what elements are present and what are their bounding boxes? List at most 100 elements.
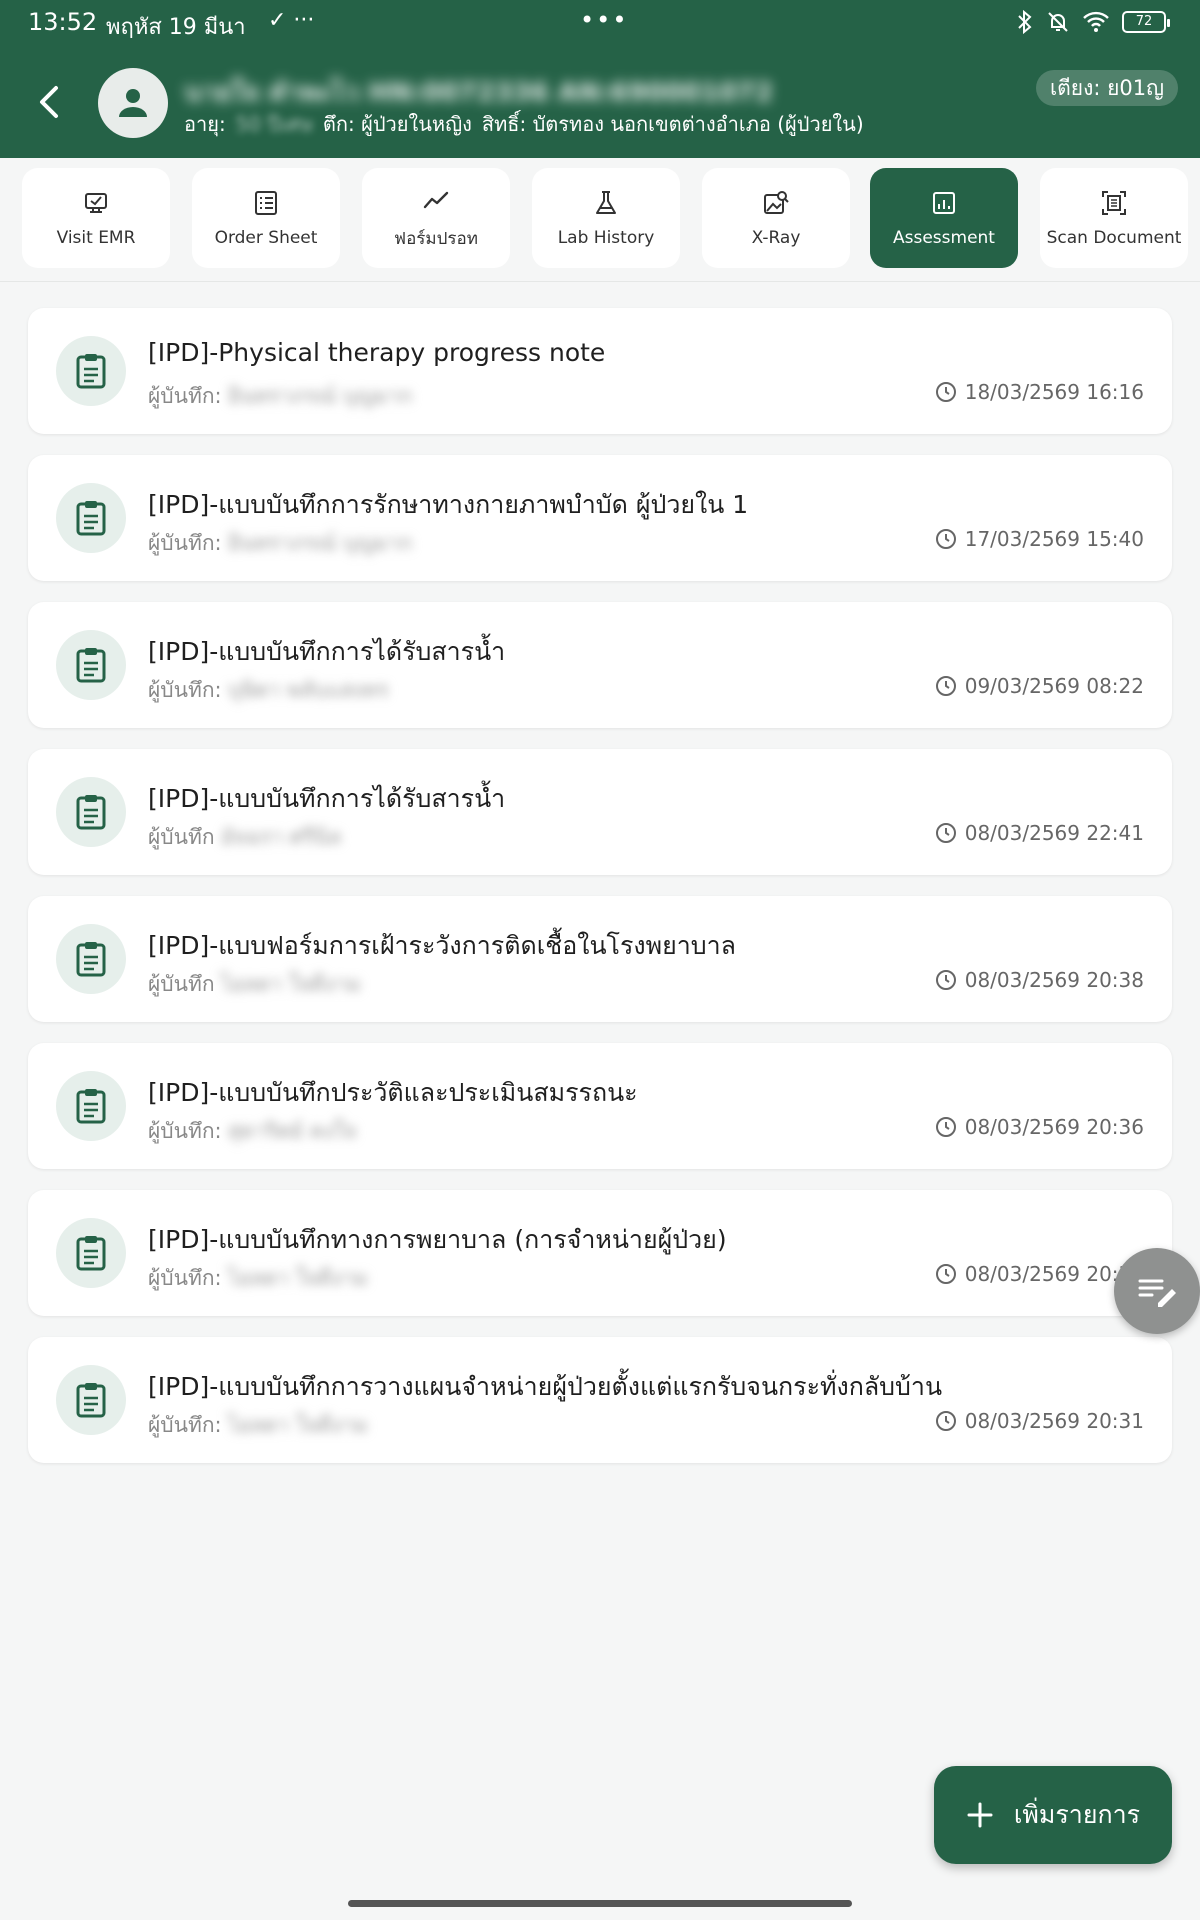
record-datetime: 17/03/2569 15:40 — [935, 527, 1144, 551]
record-title: [IPD]-แบบบันทึกการวางแผนจำหน่ายผู้ป่วยตั… — [148, 1372, 943, 1401]
record-card[interactable]: [IPD]-แบบบันทึกการได้รับสารน้ำ ผู้บันทึก… — [28, 602, 1172, 728]
recorder-label: ผู้บันทึก: — [148, 678, 222, 702]
record-datetime: 08/03/2569 20:36 — [935, 1262, 1144, 1286]
tab-bar: Visit EMR Order Sheet ฟอร์มปรอท Lab Hist… — [0, 158, 1200, 282]
tab-mercury-form[interactable]: ฟอร์มปรอท — [362, 168, 510, 268]
record-recorder: ผู้บันทึก: บุษิตา พลับแสงทร — [148, 674, 389, 707]
clipboard-icon — [56, 924, 126, 994]
record-recorder: ผู้บันทึก อัจฉรา ศรีนิล — [148, 821, 341, 854]
tab-label: Scan Document — [1046, 228, 1182, 248]
battery-icon: 72 — [1122, 11, 1170, 33]
tab-label: Visit EMR — [56, 228, 136, 248]
datetime-text: 08/03/2569 20:36 — [964, 1115, 1144, 1139]
record-card[interactable]: [IPD]-แบบบันทึกการวางแผนจำหน่ายผู้ป่วยตั… — [28, 1337, 1172, 1463]
datetime-text: 18/03/2569 16:16 — [964, 380, 1144, 404]
bluetooth-icon — [1018, 10, 1032, 34]
record-recorder: ผู้บันทึก: อินทราภรณ์ บุญมาก — [148, 527, 412, 560]
recorder-label: ผู้บันทึก — [148, 972, 215, 996]
age-label: อายุ: — [184, 112, 226, 136]
record-datetime: 18/03/2569 16:16 — [935, 380, 1144, 404]
assessment-chart-icon — [933, 192, 955, 214]
flask-icon — [596, 191, 616, 214]
xray-image-icon — [764, 191, 789, 214]
clipboard-icon — [56, 1365, 126, 1435]
record-title: [IPD]-แบบบันทึกการได้รับสารน้ำ — [148, 637, 506, 666]
datetime-text: 17/03/2569 15:40 — [964, 527, 1144, 551]
tab-label: ฟอร์มปรอท — [394, 228, 478, 249]
add-item-label: เพิ่มรายการ — [1013, 1800, 1141, 1829]
plus-icon — [967, 1802, 993, 1828]
rights-text: สิทธิ์: บัตรทอง นอกเขตต่างอำเภอ (ผู้ป่วย… — [481, 112, 864, 136]
clipboard-icon — [56, 777, 126, 847]
record-datetime: 08/03/2569 20:36 — [935, 1115, 1144, 1139]
age-value: 50 ปีเศษ — [235, 112, 313, 136]
tab-lab-history[interactable]: Lab History — [532, 168, 680, 268]
record-card[interactable]: [IPD]-แบบบันทึกการได้รับสารน้ำ ผู้บันทึก… — [28, 749, 1172, 875]
record-recorder: ผู้บันทึก: ไอลดา ใจดีงาม — [148, 1262, 368, 1295]
datetime-text: 08/03/2569 20:38 — [964, 968, 1144, 992]
recorder-label: ผู้บันทึก: — [148, 1413, 222, 1437]
clock-icon — [935, 1264, 956, 1284]
edit-list-icon — [1138, 1279, 1176, 1307]
bed-badge: เตียง: ย01ญ — [1035, 70, 1178, 106]
home-indicator[interactable] — [348, 1900, 852, 1907]
record-recorder: ผู้บันทึก: สุดาริตย์ คงใจ — [148, 1115, 357, 1148]
app-header: 13:52 พฤหัส 19 มีนา ✓ ··· ••• 72 นายใจ ค… — [0, 0, 1200, 158]
record-title: [IPD]-Physical therapy progress note — [148, 338, 606, 367]
recorder-label: ผู้บันทึก: — [148, 1266, 222, 1290]
back-arrow-icon[interactable] — [32, 80, 68, 124]
clock-icon — [935, 382, 956, 402]
tab-label: X-Ray — [751, 228, 801, 248]
recorder-name: อินทราภรณ์ บุญมาก — [227, 384, 413, 408]
status-date: พฤหัส 19 มีนา — [106, 15, 246, 40]
record-card[interactable]: [IPD]-Physical therapy progress note ผู้… — [28, 308, 1172, 434]
clock-icon — [935, 676, 956, 696]
record-datetime: 09/03/2569 08:22 — [935, 674, 1144, 698]
clock-icon — [935, 529, 956, 549]
order-sheet-icon — [255, 191, 277, 215]
datetime-text: 09/03/2569 08:22 — [964, 674, 1144, 698]
recorder-label: ผู้บันทึก — [148, 825, 215, 849]
clipboard-icon — [56, 336, 126, 406]
recorder-name: ไอลดา ใจดีงาม — [227, 1413, 368, 1437]
clock-icon — [935, 1117, 956, 1137]
datetime-text: 08/03/2569 20:31 — [964, 1409, 1144, 1433]
record-title: [IPD]-แบบบันทึกการรักษาทางกายภาพบำบัด ผู… — [148, 490, 749, 519]
clipboard-icon — [56, 1071, 126, 1141]
record-card[interactable]: [IPD]-แบบบันทึกการรักษาทางกายภาพบำบัด ผู… — [28, 455, 1172, 581]
tab-scan-document[interactable]: Scan Document — [1040, 168, 1188, 268]
add-item-button[interactable]: เพิ่มรายการ — [934, 1766, 1172, 1864]
tab-assessment[interactable]: Assessment — [870, 168, 1018, 268]
record-datetime: 08/03/2569 22:41 — [935, 821, 1144, 845]
patient-info: อายุ: 50 ปีเศษ ตึก: ผู้ป่วยในหญิง สิทธิ์… — [184, 108, 864, 140]
record-card[interactable]: [IPD]-แบบบันทึกประวัติและประเมินสมรรถนะ … — [28, 1043, 1172, 1169]
clipboard-icon — [56, 630, 126, 700]
clipboard-icon — [56, 1218, 126, 1288]
record-card[interactable]: [IPD]-แบบบันทึกทางการพยาบาล (การจำหน่ายผ… — [28, 1190, 1172, 1316]
recorder-label: ผู้บันทึก: — [148, 531, 222, 555]
status-notification-icons: ✓ ··· — [268, 8, 315, 33]
recorder-label: ผู้บันทึก: — [148, 384, 222, 408]
record-recorder: ผู้บันทึก ไอลดา ใจดีงาม — [148, 968, 361, 1001]
tab-label: Assessment — [893, 228, 995, 248]
wifi-icon — [1083, 11, 1109, 32]
record-card[interactable]: [IPD]-แบบฟอร์มการเฝ้าระวังการติดเชื้อในโ… — [28, 896, 1172, 1022]
recorder-name: บุษิตา พลับแสงทร — [227, 678, 389, 702]
patient-name: นายใจ คำพะไว HN:0072336 AN:690001072 — [184, 78, 774, 108]
tab-order-sheet[interactable]: Order Sheet — [192, 168, 340, 268]
tab-visit-emr[interactable]: Visit EMR — [22, 168, 170, 268]
person-icon — [119, 89, 147, 117]
visit-emr-icon — [85, 193, 107, 213]
tab-xray[interactable]: X-Ray — [702, 168, 850, 268]
record-title: [IPD]-แบบบันทึกประวัติและประเมินสมรรถนะ — [148, 1078, 638, 1107]
recorder-name: อัจฉรา ศรีนิล — [220, 825, 342, 849]
edit-notes-button[interactable] — [1114, 1248, 1200, 1334]
status-time: 13:52 — [28, 8, 98, 36]
recorder-name: ไอลดา ใจดีงาม — [227, 1266, 368, 1290]
record-title: [IPD]-แบบบันทึกการได้รับสารน้ำ — [148, 784, 506, 813]
record-recorder: ผู้บันทึก: ไอลดา ใจดีงาม — [148, 1409, 368, 1442]
multiwindow-dots[interactable]: ••• — [580, 6, 628, 34]
record-title: [IPD]-แบบฟอร์มการเฝ้าระวังการติดเชื้อในโ… — [148, 931, 736, 960]
clock-icon — [935, 1411, 956, 1431]
tab-label: Order Sheet — [214, 228, 318, 248]
